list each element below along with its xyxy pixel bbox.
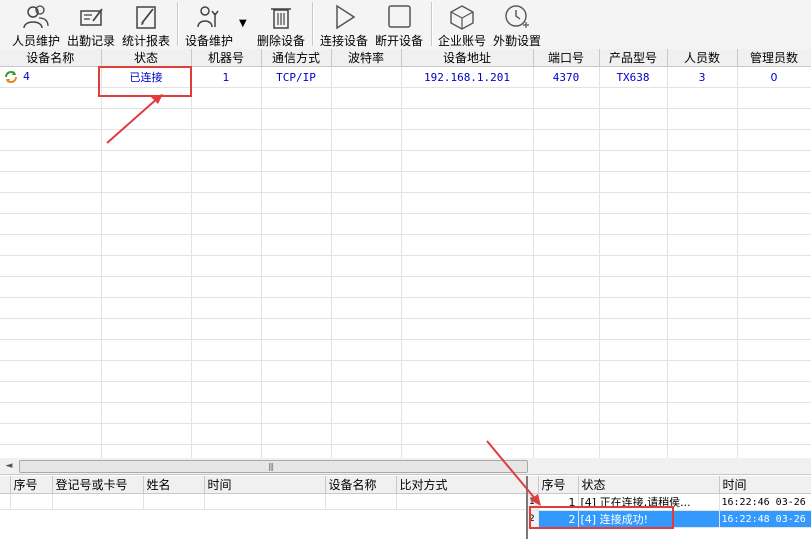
annotation-arrows [106, 94, 541, 506]
